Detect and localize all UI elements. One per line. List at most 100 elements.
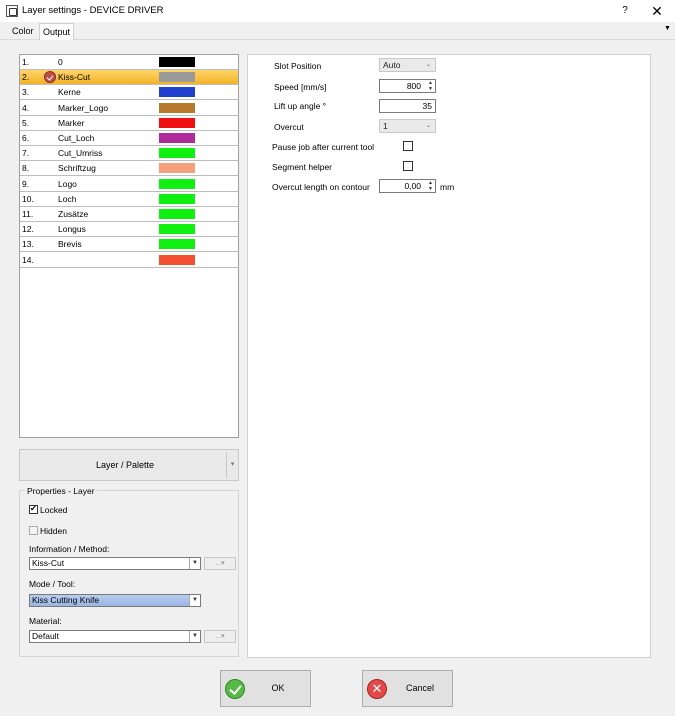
layer-color-swatch[interactable] <box>159 72 195 83</box>
locked-label: Locked <box>40 505 68 515</box>
check-icon <box>225 679 245 699</box>
layer-name: Kerne <box>58 87 81 98</box>
layer-row[interactable]: 6. Cut_Loch <box>20 131 238 146</box>
layer-palette-button[interactable]: Layer / Palette ▾ <box>19 449 239 481</box>
layer-row[interactable]: 10. Loch <box>20 192 238 207</box>
slot-position-label: Slot Position <box>274 61 322 71</box>
layer-color-swatch[interactable] <box>159 239 195 250</box>
layer-number: 4. <box>22 102 30 113</box>
layer-name: Zusätze <box>58 209 89 219</box>
speed-label: Speed [mm/s] <box>274 82 327 92</box>
layer-color-swatch[interactable] <box>159 163 195 174</box>
layer-row[interactable]: 14. <box>20 253 238 268</box>
material-label: Material: <box>29 616 62 626</box>
dropdown-arrow-icon[interactable]: ▾ <box>226 452 238 478</box>
layer-row[interactable]: 11. Zusätze <box>20 207 238 222</box>
chevron-down-icon[interactable]: ▼ <box>189 558 200 569</box>
layer-row[interactable]: 1. 0 <box>20 55 238 70</box>
layer-number: 1. <box>22 57 30 67</box>
overcut-length-value: 0,00 <box>404 181 421 191</box>
hidden-checkbox[interactable] <box>29 526 38 535</box>
information-method-value: Kiss-Cut <box>32 558 65 568</box>
layer-name: Logo <box>58 178 77 189</box>
cancel-label: Cancel <box>405 683 434 693</box>
locked-checkbox[interactable] <box>29 504 38 514</box>
segment-helper-checkbox[interactable] <box>403 161 413 171</box>
layer-color-swatch[interactable] <box>159 148 195 159</box>
layer-row[interactable]: 7. Cut_Umriss <box>20 146 238 162</box>
layer-name: Longus <box>58 224 86 235</box>
hidden-label: Hidden <box>40 526 67 536</box>
layer-row[interactable]: 4. Marker_Logo <box>20 101 238 116</box>
layer-row[interactable]: 9. Logo <box>20 177 238 192</box>
mode-tool-combo[interactable]: Kiss Cutting Knife ▼ <box>29 594 201 607</box>
layer-name: Cut_Umriss <box>58 148 103 159</box>
layer-color-swatch[interactable] <box>159 209 195 219</box>
layer-number: 6. <box>22 133 30 143</box>
spin-arrows-icon[interactable]: ▲ ▼ <box>428 180 433 192</box>
layer-color-swatch[interactable] <box>159 102 195 113</box>
layer-row[interactable]: 5. Marker <box>20 116 238 131</box>
information-method-more-button[interactable]: ...▾ <box>204 557 236 570</box>
layer-row[interactable]: 2. Kiss-Cut <box>20 70 238 86</box>
layer-row[interactable]: 8. Schriftzug <box>20 161 238 177</box>
segment-helper-label: Segment helper <box>272 162 333 172</box>
tab-color[interactable]: Color <box>8 24 38 39</box>
information-method-combo[interactable]: Kiss-Cut ▼ <box>29 557 201 570</box>
speed-value: 800 <box>406 81 421 91</box>
material-combo[interactable]: Default ▼ <box>29 630 201 643</box>
chevron-down-icon[interactable]: ▼ <box>189 595 200 606</box>
overcut-length-label: Overcut length on contour <box>272 182 370 192</box>
layer-list[interactable]: 1. 0 2. Kiss-Cut 3. Kerne 4. Marker_Logo 5. Marke… <box>19 54 239 438</box>
layer-color-swatch[interactable] <box>159 117 195 128</box>
close-button[interactable]: ✕ <box>643 1 671 21</box>
speed-spinbox[interactable]: 800 ▲ ▼ <box>379 79 436 93</box>
slot-position-value: Auto <box>383 60 401 70</box>
material-more-button[interactable]: ...▾ <box>204 630 236 643</box>
cancel-icon: ✕ <box>367 679 387 699</box>
chevron-down-icon[interactable]: ▼ <box>189 631 200 642</box>
layer-color-swatch[interactable] <box>159 193 195 204</box>
overcut-length-unit: mm <box>440 182 455 192</box>
layer-number: 5. <box>22 117 30 128</box>
layer-color-swatch[interactable] <box>159 57 195 67</box>
layer-name: Brevis <box>58 239 82 250</box>
layer-number: 7. <box>22 148 30 159</box>
layer-color-swatch[interactable] <box>159 87 195 98</box>
layer-color-swatch[interactable] <box>159 178 195 189</box>
overcut-combo[interactable]: 1 ⌄ <box>379 119 436 133</box>
layer-number: 14. <box>22 254 34 265</box>
information-method-label: Information / Method: <box>29 544 110 554</box>
layer-name: Cut_Loch <box>58 133 95 143</box>
properties-group-title: Properties - Layer <box>25 486 97 496</box>
chevron-down-icon[interactable]: ⌄ <box>426 59 431 71</box>
slot-position-combo[interactable]: Auto ⌄ <box>379 58 436 72</box>
layer-row[interactable]: 3. Kerne <box>20 85 238 101</box>
layer-name: Marker_Logo <box>58 102 109 113</box>
overcut-length-spinbox[interactable]: 0,00 ▲ ▼ <box>379 179 436 193</box>
layer-name: Schriftzug <box>58 163 96 174</box>
layer-number: 12. <box>22 224 34 235</box>
layer-number: 8. <box>22 163 30 174</box>
help-button[interactable]: ? <box>614 2 636 20</box>
layer-color-swatch[interactable] <box>159 224 195 235</box>
chevron-down-icon[interactable]: ⌄ <box>426 120 431 132</box>
mode-tool-label: Mode / Tool: <box>29 579 76 589</box>
material-value: Default <box>32 631 59 641</box>
layer-color-swatch[interactable] <box>159 254 195 265</box>
spin-arrows-icon[interactable]: ▲ ▼ <box>428 80 433 92</box>
tab-overflow-arrow-icon[interactable]: ▼ <box>664 25 671 32</box>
layer-number: 3. <box>22 87 30 98</box>
overcut-label: Overcut <box>274 122 304 132</box>
pause-job-checkbox[interactable] <box>403 141 413 151</box>
layer-palette-label: Layer / Palette <box>95 460 155 470</box>
lift-up-angle-input[interactable]: 35 <box>379 99 436 113</box>
cancel-button[interactable]: ✕ Cancel <box>362 670 453 707</box>
tab-output[interactable]: Output <box>39 23 75 40</box>
layer-color-swatch[interactable] <box>159 133 195 143</box>
ok-button[interactable]: OK <box>220 670 311 707</box>
layer-row[interactable]: 12. Longus <box>20 222 238 238</box>
app-icon <box>6 5 18 17</box>
layer-number: 2. <box>22 72 30 83</box>
layer-row[interactable]: 13. Brevis <box>20 237 238 253</box>
